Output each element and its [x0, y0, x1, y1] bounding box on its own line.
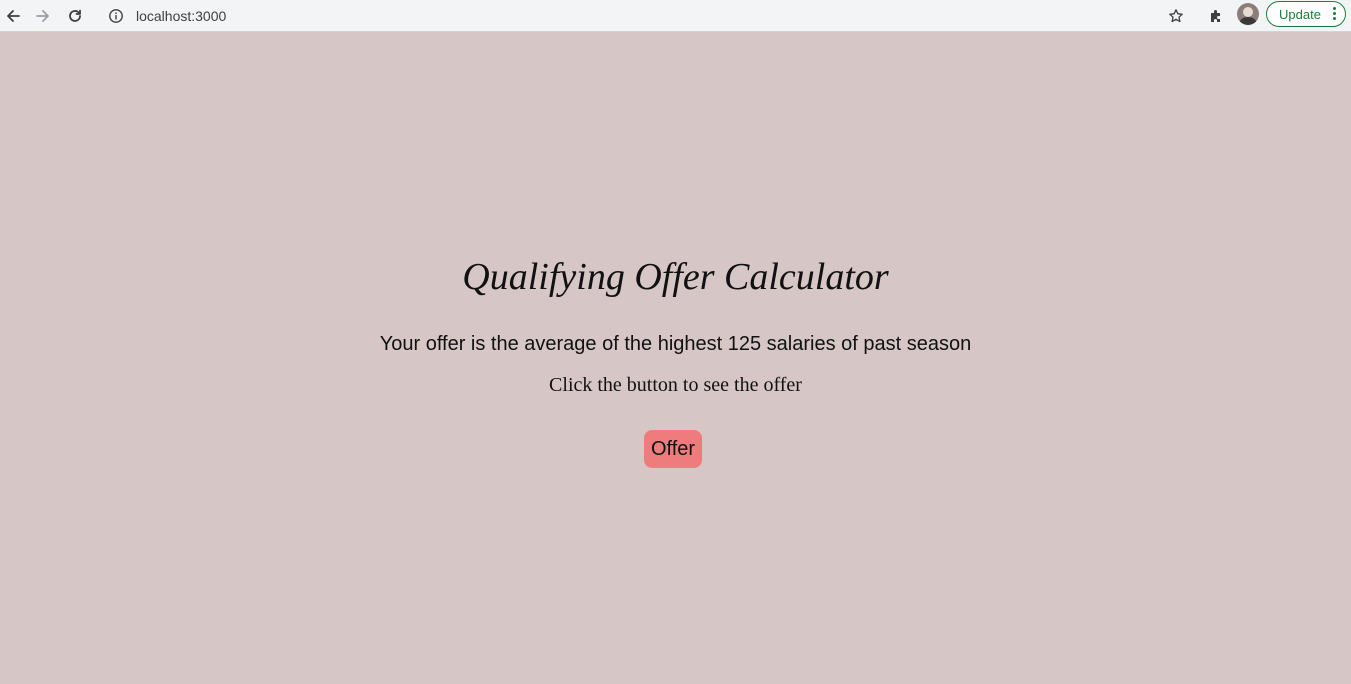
page-subtitle: Your offer is the average of the highest…: [379, 333, 972, 355]
back-button[interactable]: [0, 3, 26, 29]
extensions-icon: [1211, 10, 1220, 22]
address-bar[interactable]: localhost:3000: [104, 3, 1144, 29]
page-title: Qualifying Offer Calculator: [462, 256, 889, 298]
reload-button[interactable]: [62, 3, 88, 29]
forward-button[interactable]: [30, 3, 56, 29]
reload-icon: [69, 9, 81, 22]
url-text: localhost:3000: [136, 8, 227, 24]
info-icon[interactable]: [108, 8, 124, 24]
forward-arrow-icon: [36, 10, 49, 22]
instruction-text: Click the button to see the offer: [549, 374, 802, 396]
browser-toolbar: localhost:3000 Update: [0, 0, 1351, 32]
avatar-face: [1243, 7, 1253, 17]
avatar-body: [1240, 17, 1256, 25]
back-arrow-icon: [7, 10, 20, 22]
bookmark-button[interactable]: [1163, 3, 1189, 29]
extensions-button[interactable]: [1203, 3, 1229, 29]
star-icon: [1169, 9, 1183, 23]
page-content: Qualifying Offer Calculator Your offer i…: [0, 33, 1351, 684]
offer-button[interactable]: Offer: [644, 430, 702, 468]
menu-dots-icon: [1333, 7, 1337, 21]
avatar[interactable]: [1237, 3, 1259, 25]
update-button[interactable]: Update: [1266, 1, 1346, 27]
update-label: Update: [1279, 6, 1321, 22]
